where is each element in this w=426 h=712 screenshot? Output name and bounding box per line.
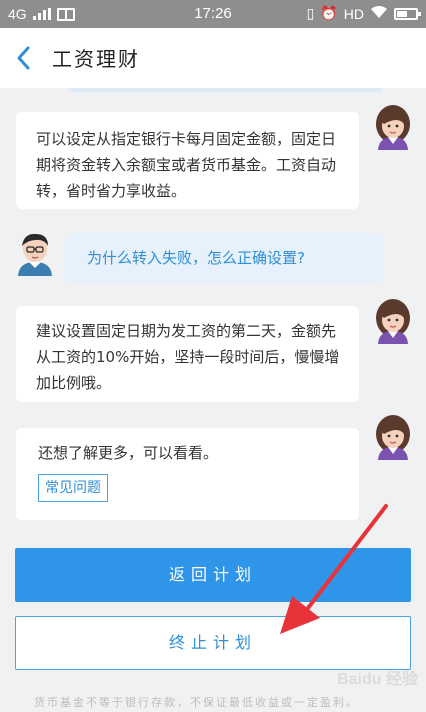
- message-text: 为什么转入失败，怎么正确设置?: [87, 249, 305, 267]
- hd-label: HD: [343, 5, 364, 22]
- previous-message-edge: [68, 88, 382, 92]
- status-bar: 4G 17:26 ▯ ⏰ HD: [0, 0, 426, 28]
- app-header: 工资理财: [0, 28, 426, 88]
- page-title: 工资理财: [52, 47, 140, 71]
- agent-message: 还想了解更多，可以看看。 常见问题: [16, 428, 359, 520]
- battery-icon: [394, 7, 421, 20]
- vibrate-icon: ▯: [306, 5, 315, 21]
- wifi-icon: [370, 5, 388, 22]
- agent-message: 建议设置固定日期为发工资的第二天，金额先从工资的10%开始，坚持一段时间后，慢慢…: [16, 306, 359, 402]
- agent-avatar-icon: [376, 415, 410, 460]
- user-avatar-icon: [18, 233, 52, 276]
- agent-message: 可以设定从指定银行卡每月固定金额，固定日期将资金转入余额宝或者货币基金。工资自动…: [16, 112, 359, 209]
- status-right: ▯ ⏰ HD: [306, 5, 421, 22]
- chat-area[interactable]: 可以设定从指定银行卡每月固定金额，固定日期将资金转入余额宝或者货币基金。工资自动…: [0, 88, 426, 548]
- return-plan-button[interactable]: 返回计划: [15, 548, 411, 602]
- faq-link[interactable]: 常见问题: [38, 474, 108, 502]
- message-text: 还想了解更多，可以看看。: [38, 444, 219, 462]
- message-text: 可以设定从指定银行卡每月固定金额，固定日期将资金转入余额宝或者货币基金。工资自动…: [36, 130, 337, 200]
- agent-avatar-icon: [376, 105, 410, 150]
- stop-plan-button[interactable]: 终止计划: [15, 616, 411, 670]
- user-message: 为什么转入失败，怎么正确设置?: [66, 233, 383, 283]
- message-text: 建议设置固定日期为发工资的第二天，金额先从工资的10%开始，坚持一段时间后，慢慢…: [36, 322, 340, 392]
- agent-avatar-icon: [376, 299, 410, 344]
- alarm-icon: ⏰: [320, 5, 338, 21]
- back-arrow-icon[interactable]: [14, 44, 34, 72]
- watermark-logo: Baidu 经验: [337, 671, 418, 688]
- disclaimer-text: 货币基金不等于银行存款，不保证最低收益或一定盈利。: [34, 696, 359, 709]
